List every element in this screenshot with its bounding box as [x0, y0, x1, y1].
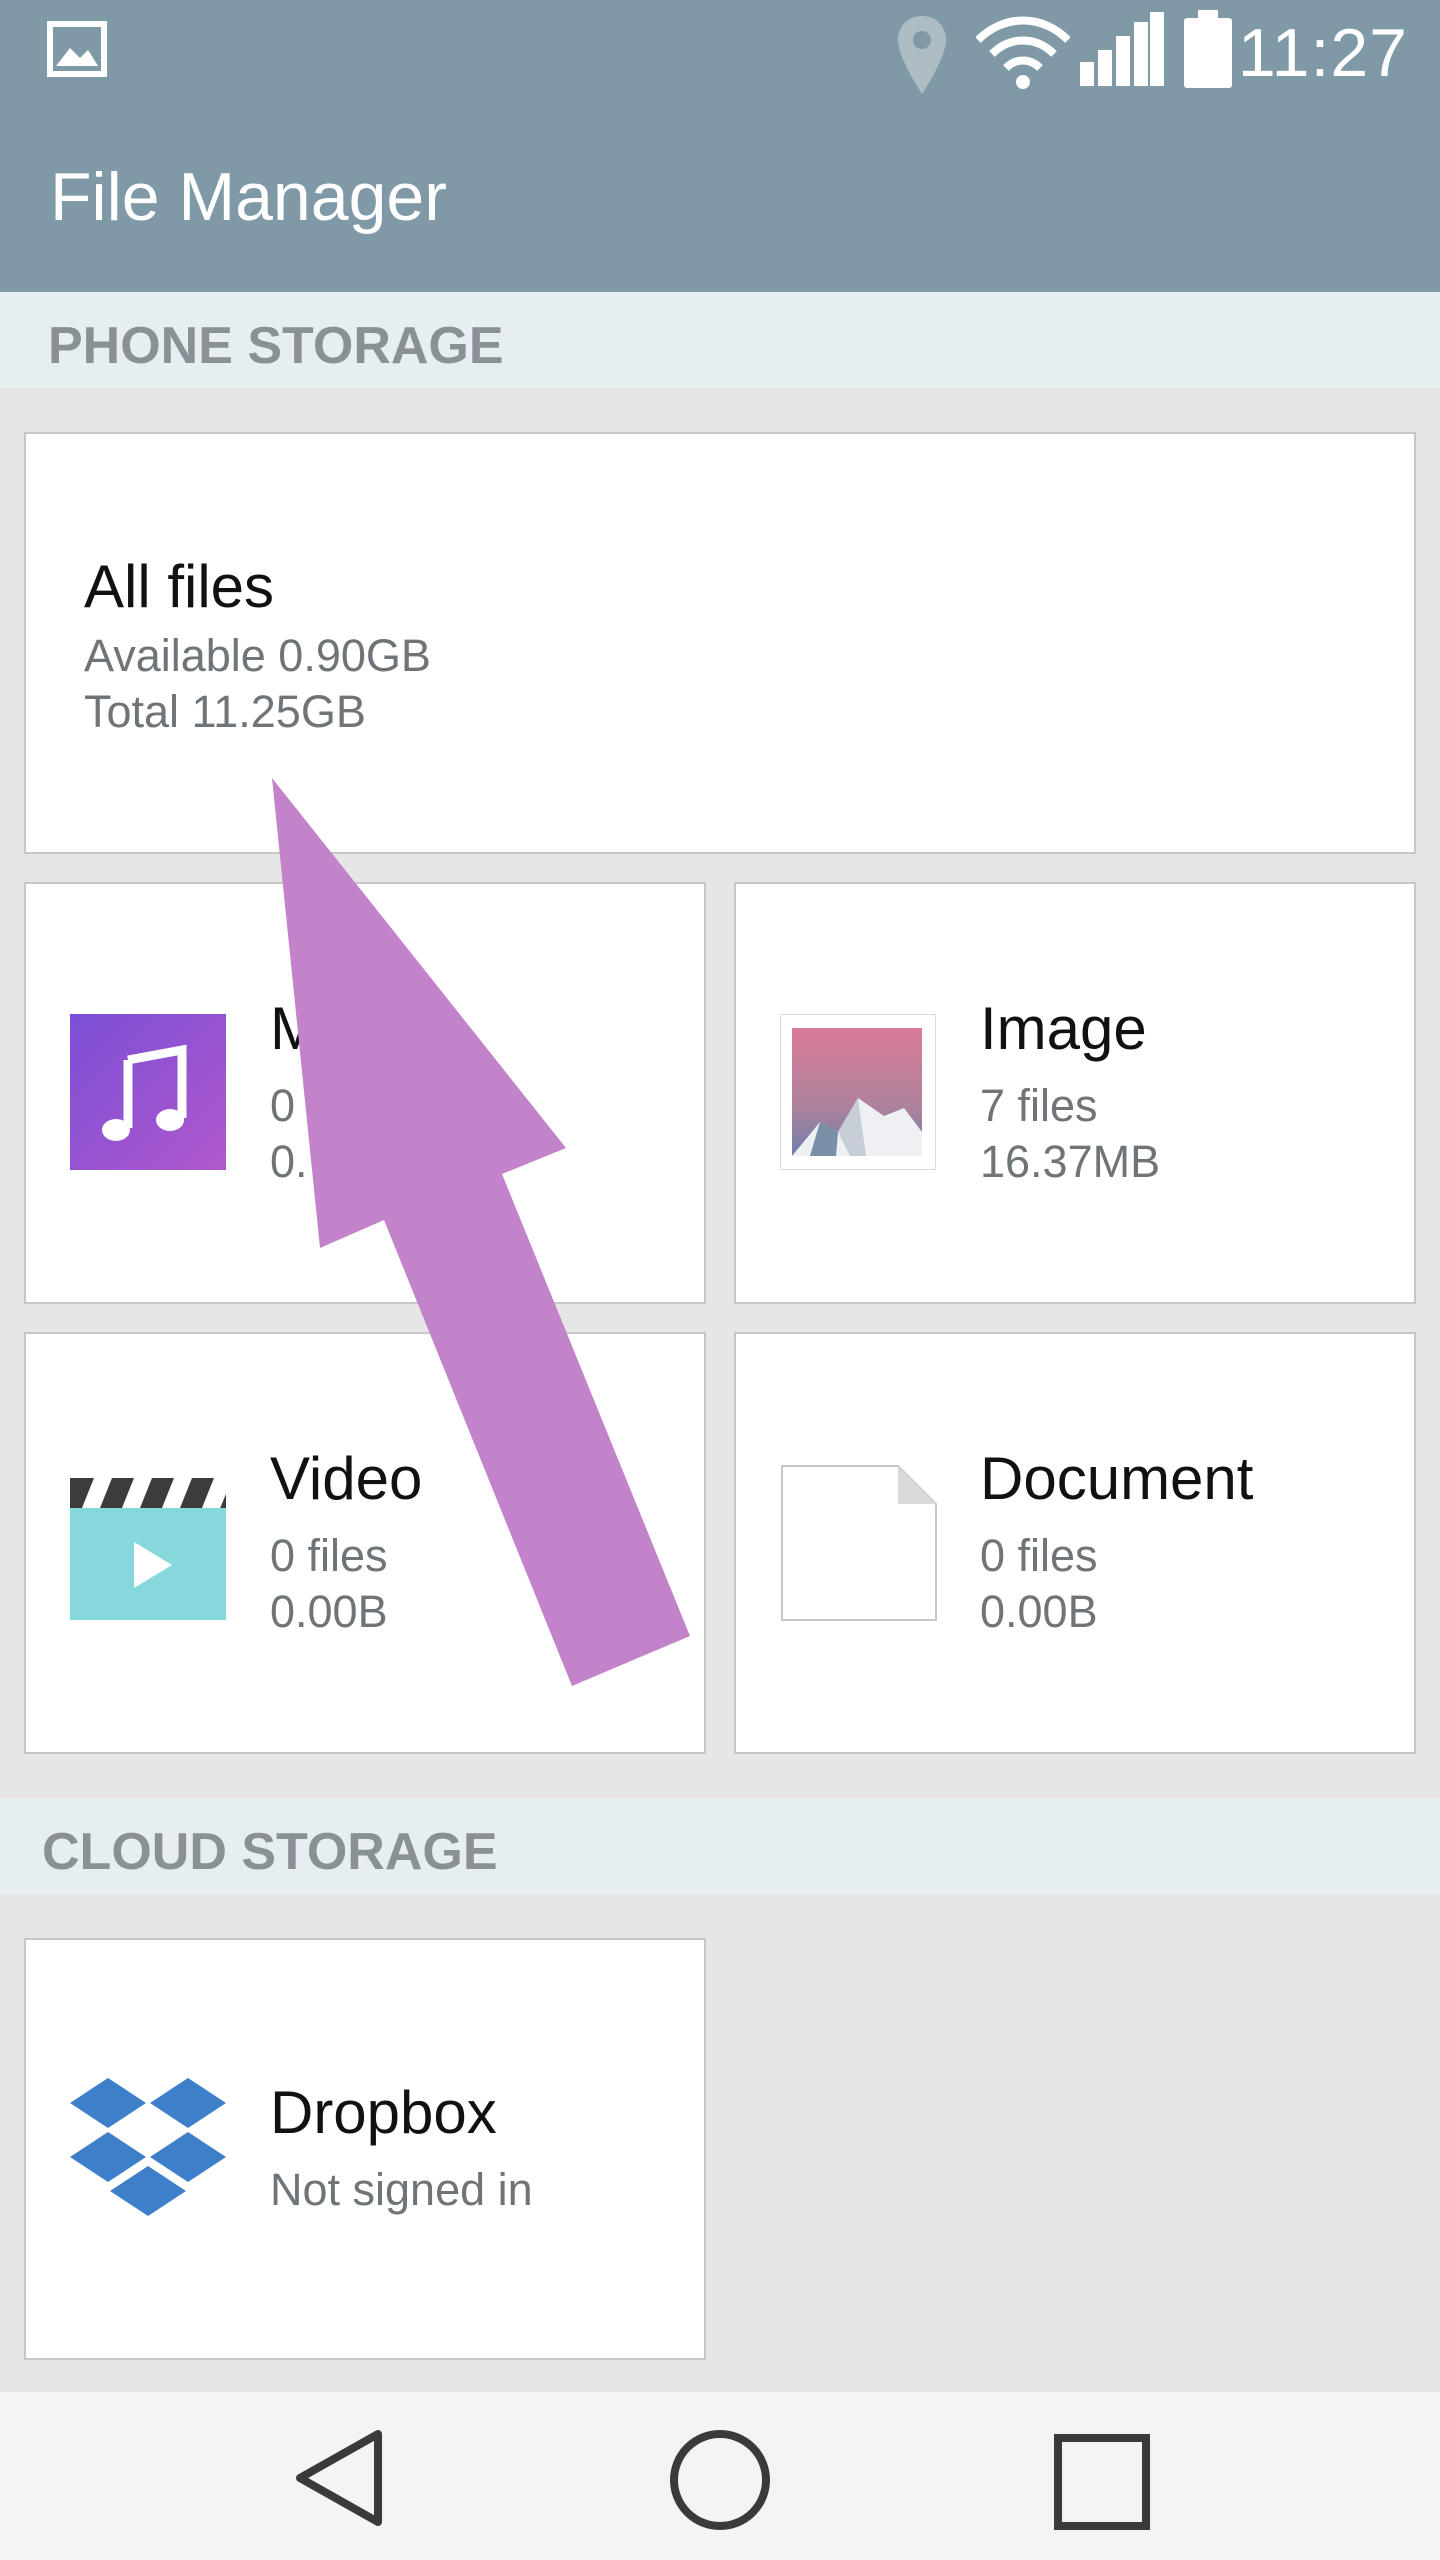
battery-icon	[1184, 10, 1232, 88]
back-icon[interactable]	[292, 2428, 388, 2528]
image-files: 7 files	[980, 1080, 1098, 1131]
video-title: Video	[270, 1445, 423, 1512]
document-size: 0.00B	[980, 1586, 1098, 1637]
document-icon	[781, 1465, 937, 1621]
navigation-bar	[0, 2392, 1440, 2560]
music-size: 0.	[270, 1136, 308, 1187]
all-files-available: Available 0.90GB	[84, 630, 431, 681]
home-icon[interactable]	[668, 2428, 772, 2532]
dropbox-title: Dropbox	[270, 2079, 497, 2146]
dropbox-card[interactable]: Dropbox Not signed in	[24, 1938, 706, 2360]
app-bar: File Manager	[0, 100, 1440, 292]
page-title: File Manager	[50, 159, 447, 235]
clock: 11:27	[1237, 15, 1408, 91]
recents-icon[interactable]	[1052, 2432, 1152, 2532]
all-files-title: All files	[84, 553, 275, 620]
music-title: M	[270, 995, 320, 1062]
image-title: Image	[980, 995, 1147, 1062]
phone-storage-header: PHONE STORAGE	[0, 292, 1440, 388]
music-files: 0	[270, 1080, 296, 1131]
mountain-image-icon	[780, 1014, 936, 1170]
music-note-icon	[70, 1014, 226, 1170]
status-bar: 11:27	[0, 0, 1440, 100]
signal-icon	[1080, 12, 1164, 86]
video-card[interactable]: Video 0 files 0.00B	[24, 1332, 706, 1754]
all-files-card[interactable]: All files Available 0.90GB Total 11.25GB	[24, 432, 1416, 854]
cloud-storage-header: CLOUD STORAGE	[0, 1798, 1440, 1894]
cloud-storage-label: CLOUD STORAGE	[42, 1823, 498, 1881]
video-size: 0.00B	[270, 1586, 388, 1637]
video-files: 0 files	[270, 1530, 388, 1581]
dropbox-status: Not signed in	[270, 2164, 533, 2215]
image-size: 16.37MB	[980, 1136, 1161, 1187]
all-files-total: Total 11.25GB	[84, 686, 366, 737]
document-card[interactable]: Document 0 files 0.00B	[734, 1332, 1416, 1754]
music-card[interactable]: M 0 0.	[24, 882, 706, 1304]
document-files: 0 files	[980, 1530, 1098, 1581]
image-card[interactable]: Image 7 files 16.37MB	[734, 882, 1416, 1304]
wifi-icon	[976, 16, 1070, 89]
clapperboard-icon	[70, 1478, 226, 1620]
phone-storage-label: PHONE STORAGE	[48, 317, 504, 375]
image-notification-icon	[47, 21, 107, 77]
dropbox-icon	[70, 2078, 226, 2216]
location-icon	[898, 16, 946, 94]
document-title: Document	[980, 1445, 1254, 1512]
